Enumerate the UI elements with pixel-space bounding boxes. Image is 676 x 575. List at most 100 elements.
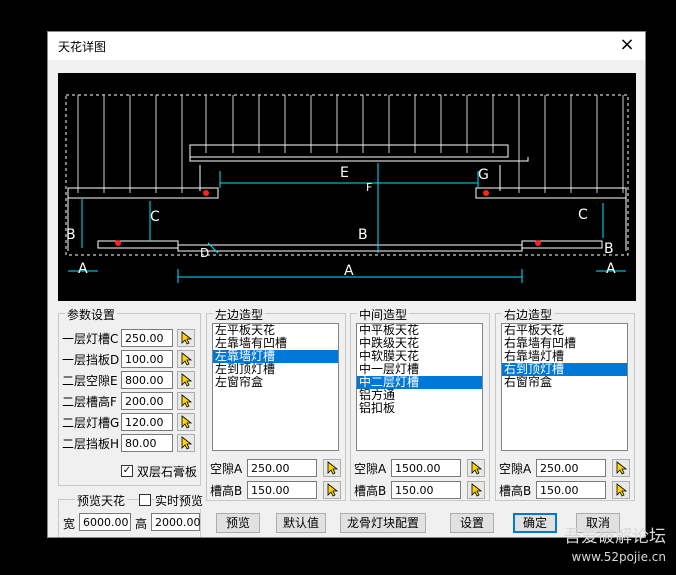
dim-label-a-middle: A: [344, 263, 354, 279]
ceiling-profile: [67, 144, 627, 252]
close-icon[interactable]: ×: [617, 36, 637, 56]
dim-label-b-middle: B: [358, 227, 368, 243]
dim-label-f: F: [366, 181, 372, 194]
param-input-f[interactable]: 200.00: [121, 392, 173, 410]
dim-label-a-left: A: [78, 261, 88, 277]
pick-c-button[interactable]: [177, 329, 195, 347]
realtime-preview-checkbox[interactable]: [139, 494, 151, 506]
dim-label-b-right: B: [604, 241, 614, 257]
height-input[interactable]: 2000.00: [151, 513, 201, 531]
cursor-pick-icon: [327, 483, 339, 497]
list-item[interactable]: 左窗帘盒: [213, 376, 338, 389]
cad-preview: E F G C C B B B D A A A: [58, 73, 636, 301]
param-label-g: 二层灯槽G: [62, 416, 120, 430]
param-label-d: 一层挡板D: [62, 353, 120, 367]
list-item[interactable]: 铝扣板: [357, 402, 482, 415]
param-input-g[interactable]: 120.00: [121, 413, 173, 431]
cursor-pick-icon: [181, 373, 193, 387]
title-bar: 天花详图 ×: [48, 32, 645, 60]
height-label: 高: [135, 517, 148, 531]
pick-h-button[interactable]: [177, 434, 195, 452]
left-height-input[interactable]: 150.00: [247, 481, 317, 499]
preview-button[interactable]: 预览: [216, 513, 260, 533]
middle-height-label: 槽高B: [354, 484, 387, 498]
forum-watermark: 吾爱破解论坛 www.52pojie.cn: [564, 527, 666, 567]
right-height-label: 槽高B: [499, 484, 532, 498]
double-gypsum-label: 双层石膏板: [137, 465, 198, 479]
dim-label-a-right: A: [606, 261, 616, 277]
right-shape-group: 右边造型 右平板天花 右靠墙有凹槽 右靠墙灯槽 右到顶灯槽 右窗帘盒 空隙A 2…: [495, 306, 635, 501]
pick-middle-gap-button[interactable]: [467, 459, 485, 477]
param-label-f: 二层槽高F: [62, 395, 117, 409]
param-label-e: 二层空隙E: [62, 374, 118, 388]
default-values-button[interactable]: 默认值: [276, 513, 326, 533]
dim-label-g: G: [478, 167, 489, 183]
middle-height-input[interactable]: 150.00: [391, 481, 461, 499]
left-gap-label: 空隙A: [210, 462, 243, 476]
pick-e-button[interactable]: [177, 371, 195, 389]
dim-label-c-left: C: [150, 209, 160, 225]
cursor-pick-icon: [181, 436, 193, 450]
right-shape-label: 右边造型: [502, 306, 555, 323]
watermark-name: 吾爱破解论坛: [564, 527, 666, 547]
pick-f-button[interactable]: [177, 392, 195, 410]
right-gap-label: 空隙A: [499, 462, 532, 476]
left-gap-input[interactable]: 250.00: [247, 459, 317, 477]
preview-settings-group: 预览天花 实时预览 宽 6000.00 高 2000.00: [58, 492, 204, 537]
pick-left-height-button[interactable]: [323, 481, 341, 499]
hanger-rods: [77, 95, 624, 193]
cursor-pick-icon: [471, 461, 483, 475]
width-input[interactable]: 6000.00: [79, 513, 131, 531]
params-group-label: 参数设置: [65, 306, 118, 323]
params-group: 参数设置 一层灯槽C 250.00 一层挡板D 100.00 二层空隙E 800…: [58, 306, 201, 486]
cursor-pick-icon: [181, 352, 193, 366]
cursor-pick-icon: [471, 483, 483, 497]
param-input-h[interactable]: 80.00: [121, 434, 173, 452]
middle-gap-label: 空隙A: [354, 462, 387, 476]
keel-light-config-button[interactable]: 龙骨灯块配置: [340, 513, 426, 533]
right-height-input[interactable]: 150.00: [536, 481, 606, 499]
param-label-c: 一层灯槽C: [62, 332, 119, 346]
ceiling-section-drawing: E F G C C B B B D A A A: [65, 94, 629, 283]
left-shape-label: 左边造型: [213, 306, 266, 323]
settings-button[interactable]: 设置: [450, 513, 494, 533]
cursor-pick-icon: [181, 331, 193, 345]
window-title: 天花详图: [58, 40, 107, 54]
pick-middle-height-button[interactable]: [467, 481, 485, 499]
middle-shape-list[interactable]: 中平板天花 中跌级天花 中软膜天花 中一层灯槽 中二层灯槽 铝方通 铝扣板: [356, 323, 483, 451]
pick-g-button[interactable]: [177, 413, 195, 431]
middle-shape-group: 中间造型 中平板天花 中跌级天花 中软膜天花 中一层灯槽 中二层灯槽 铝方通 铝…: [350, 306, 490, 501]
cursor-pick-icon: [616, 483, 628, 497]
param-label-h: 二层挡板H: [62, 437, 120, 451]
cursor-pick-icon: [616, 461, 628, 475]
param-input-e[interactable]: 800.00: [121, 371, 173, 389]
left-shape-list[interactable]: 左平板天花 左靠墙有凹槽 左靠墙灯槽 左到顶灯槽 左窗帘盒: [212, 323, 339, 451]
dim-label-d: D: [200, 246, 209, 260]
watermark-url: www.52pojie.cn: [571, 550, 666, 564]
middle-gap-input[interactable]: 1500.00: [391, 459, 461, 477]
cursor-pick-icon: [181, 394, 193, 408]
dim-label-b-left: B: [66, 227, 76, 243]
pick-right-height-button[interactable]: [612, 481, 630, 499]
param-input-d[interactable]: 100.00: [121, 350, 173, 368]
middle-shape-label: 中间造型: [357, 306, 410, 323]
width-label: 宽: [63, 517, 76, 531]
left-height-label: 槽高B: [210, 484, 243, 498]
left-shape-group: 左边造型 左平板天花 左靠墙有凹槽 左靠墙灯槽 左到顶灯槽 左窗帘盒 空隙A 2…: [206, 306, 346, 501]
right-shape-list[interactable]: 右平板天花 右靠墙有凹槽 右靠墙灯槽 右到顶灯槽 右窗帘盒: [501, 323, 628, 451]
list-item[interactable]: 右窗帘盒: [502, 376, 627, 389]
cursor-pick-icon: [327, 461, 339, 475]
right-gap-input[interactable]: 250.00: [536, 459, 606, 477]
double-gypsum-checkbox[interactable]: ✓: [121, 465, 133, 477]
preview-settings-label: 预览天花: [75, 492, 128, 509]
pick-right-gap-button[interactable]: [612, 459, 630, 477]
param-input-c[interactable]: 250.00: [121, 329, 173, 347]
realtime-preview-label: 实时预览: [155, 492, 204, 509]
cursor-pick-icon: [181, 415, 193, 429]
dim-label-c-right: C: [578, 207, 588, 223]
ceiling-detail-dialog: 天花详图 × E F G C C B B B D A A A 参数设置 一层灯槽…: [47, 31, 646, 538]
dim-label-e: E: [340, 165, 349, 181]
ok-button[interactable]: 确定: [513, 513, 557, 533]
pick-d-button[interactable]: [177, 350, 195, 368]
pick-left-gap-button[interactable]: [323, 459, 341, 477]
